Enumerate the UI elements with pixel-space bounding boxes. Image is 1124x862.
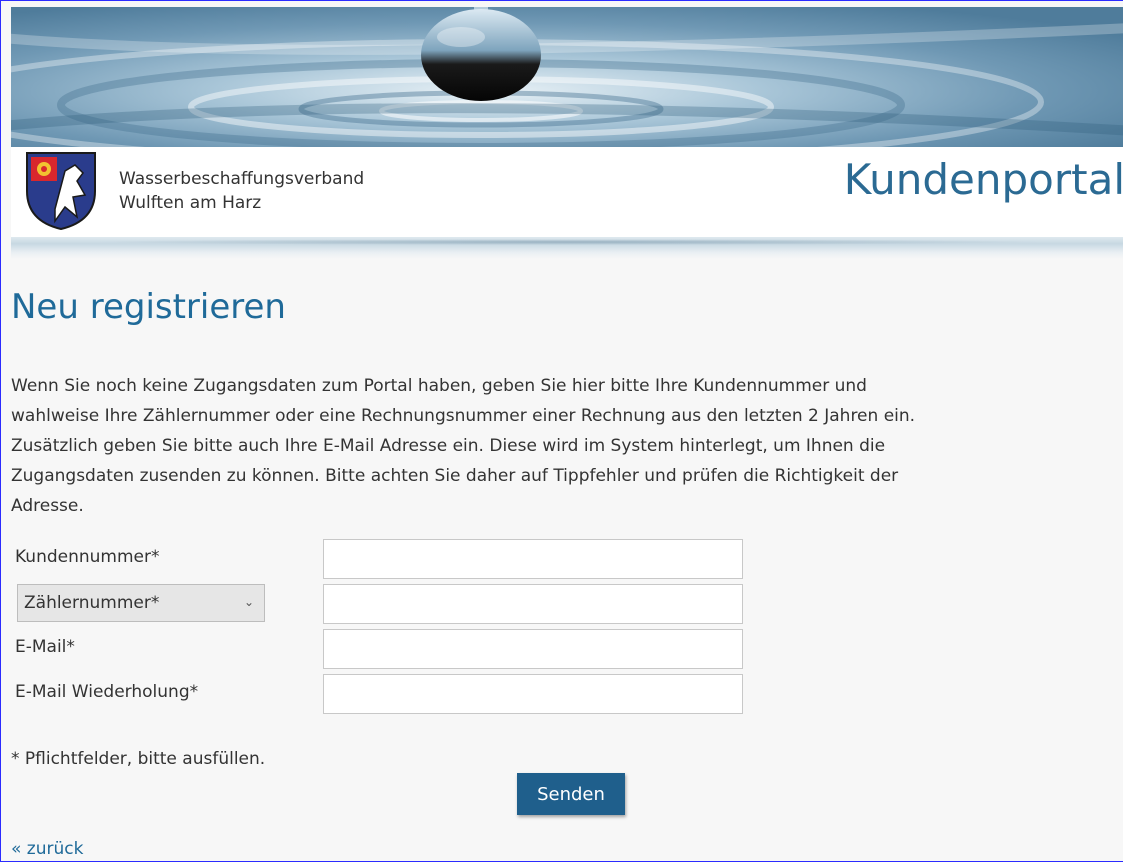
customer-number-input[interactable] (323, 539, 743, 579)
back-link[interactable]: « zurück (11, 839, 83, 859)
email-repeat-label: E-Mail Wiederholung* (15, 682, 199, 702)
email-repeat-input[interactable] (323, 674, 743, 714)
organization-name-line2: Wulften am Harz (119, 193, 262, 213)
email-row: E-Mail* (11, 629, 751, 669)
header-banner-image (11, 7, 1123, 147)
water-drop-image (11, 7, 1123, 147)
submit-button[interactable]: Senden (517, 773, 625, 815)
required-fields-note: * Pflichtfelder, bitte ausfüllen. (11, 749, 266, 769)
organization-name-line1: Wasserbeschaffungsverband (119, 169, 365, 189)
header-logo-bar: Wasserbeschaffungsverband Wulften am Har… (11, 147, 1123, 237)
number-type-select[interactable]: Zählernummer* ⌄ (17, 584, 265, 622)
intro-text: Wenn Sie noch keine Zugangsdaten zum Por… (11, 376, 916, 516)
email-input[interactable] (323, 629, 743, 669)
email-label: E-Mail* (15, 637, 75, 657)
header-divider (11, 237, 1123, 259)
chevron-down-icon: ⌄ (243, 595, 254, 609)
meter-number-input[interactable] (323, 584, 743, 624)
coat-of-arms-icon (26, 152, 96, 231)
customer-number-row: Kundennummer* (11, 539, 751, 579)
email-repeat-row: E-Mail Wiederholung* (11, 674, 751, 714)
page-title: Neu registrieren (11, 287, 286, 327)
meter-number-row: Zählernummer* ⌄ (11, 584, 751, 624)
page-frame: Wasserbeschaffungsverband Wulften am Har… (0, 0, 1123, 862)
number-type-selected: Zählernummer* (24, 593, 160, 613)
organization-name: Wasserbeschaffungsverband Wulften am Har… (119, 167, 364, 215)
customer-number-label: Kundennummer* (15, 547, 160, 567)
portal-title: Kundenportal (843, 155, 1123, 204)
